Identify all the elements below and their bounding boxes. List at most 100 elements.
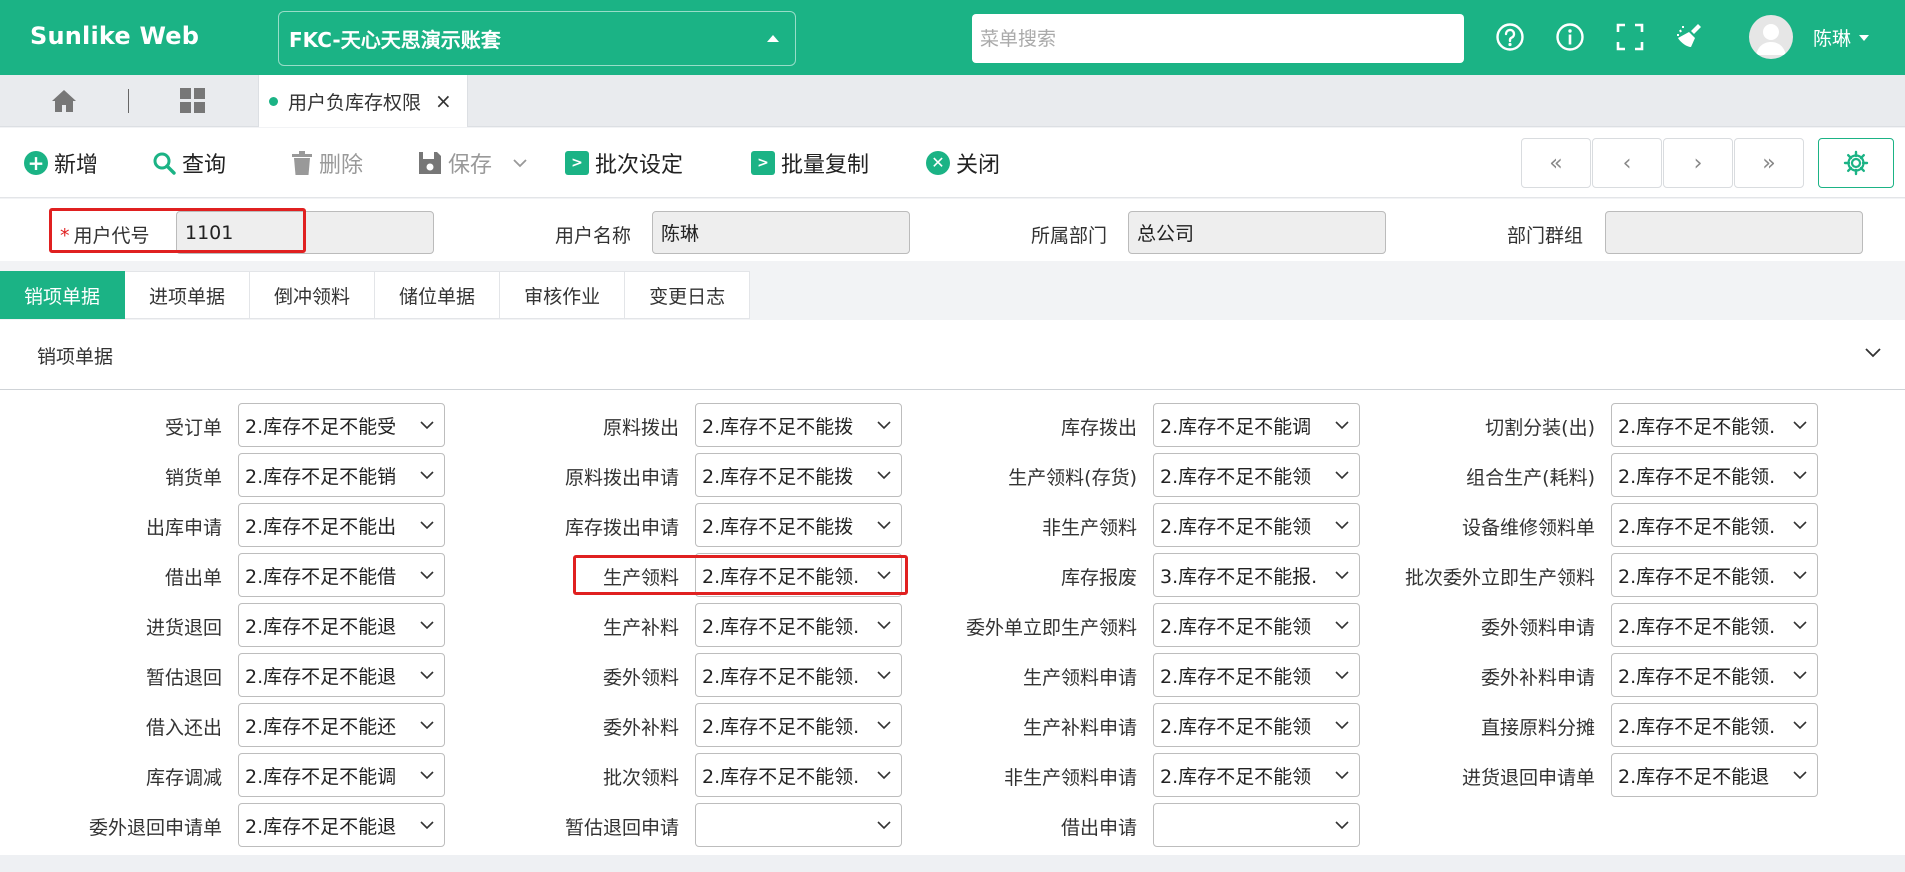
permission-select[interactable]: 2.库存不足不能领.	[1611, 503, 1818, 547]
trash-icon	[292, 151, 312, 175]
chevron-down-icon	[1793, 471, 1807, 480]
tab-purchase-documents[interactable]: 进项单据	[125, 271, 251, 319]
tab-backflush[interactable]: 倒冲领料	[250, 271, 376, 319]
chevron-down-icon[interactable]	[512, 155, 528, 171]
permission-select[interactable]: 2.库存不足不能领.	[1611, 703, 1818, 747]
double-chevron-right-icon: »	[1762, 150, 1776, 176]
field-label: 委外补料申请	[1480, 667, 1595, 689]
permission-select-value: 2.库存不足不能领.	[1618, 515, 1776, 538]
delete-button[interactable]: 删除	[291, 146, 363, 180]
menu-search-input[interactable]	[972, 14, 1464, 63]
field-label: 组合生产(耗料)	[1466, 467, 1595, 489]
first-record-button[interactable]: «	[1521, 138, 1591, 188]
save-button[interactable]: 保存	[418, 146, 528, 180]
permission-select[interactable]: 2.库存不足不能领.	[1611, 403, 1818, 447]
batch-copy-button[interactable]: > 批量复制	[751, 146, 869, 180]
next-record-button[interactable]: ›	[1663, 138, 1733, 188]
add-button[interactable]: + 新增	[24, 146, 98, 180]
tab-location-documents[interactable]: 储位单据	[375, 271, 501, 319]
close-button[interactable]: ✕ 关闭	[926, 146, 1000, 180]
tab-strip: 用户负库存权限 ×	[0, 75, 1905, 127]
save-button-label: 保存	[448, 153, 493, 178]
query-button[interactable]: 查询	[152, 146, 226, 180]
chevron-left-icon: ‹	[1622, 150, 1632, 176]
batch-copy-button-label: 批量复制	[781, 153, 870, 178]
tab-user-negative-stock[interactable]: 用户负库存权限 ×	[258, 75, 468, 127]
active-dot-icon	[269, 96, 278, 106]
fullscreen-icon[interactable]	[1613, 20, 1647, 54]
tab-sales-documents[interactable]: 销项单据	[0, 271, 126, 319]
dept-group-label: 部门群组	[1507, 225, 1584, 247]
avatar[interactable]	[1749, 15, 1793, 59]
double-chevron-left-icon: «	[1549, 150, 1563, 176]
chevron-down-icon	[1335, 821, 1349, 830]
user-name-field[interactable]: 陈琳	[652, 211, 910, 254]
batch-set-button-label: 批次设定	[595, 153, 684, 178]
prev-record-button[interactable]: ‹	[1592, 138, 1662, 188]
arrow-right-icon: >	[565, 151, 589, 175]
chevron-down-icon	[1793, 621, 1807, 630]
department-label: 所属部门	[1031, 225, 1108, 247]
caret-up-icon	[767, 35, 779, 42]
batch-set-button[interactable]: > 批次设定	[565, 146, 683, 180]
department-field[interactable]: 总公司	[1128, 211, 1386, 254]
save-icon	[419, 152, 441, 174]
account-selector-label: FKC-天心天思演示账套	[289, 28, 501, 52]
panel-divider	[0, 389, 1905, 390]
bottom-strip	[0, 855, 1905, 872]
user-info-row: * 用户代号 1101 用户名称 陈琳 所属部门 总公司 部门群组	[0, 199, 1905, 261]
grid-icon[interactable]	[180, 88, 206, 114]
section-tabs: 销项单据 进项单据 倒冲领料 储位单据 审核作业 变更日志	[0, 271, 751, 319]
home-icon[interactable]	[50, 87, 78, 115]
permission-select[interactable]: 2.库存不足不能领.	[1611, 553, 1818, 597]
clear-cache-icon[interactable]	[1673, 20, 1707, 54]
chevron-down-icon	[1793, 721, 1807, 730]
close-icon[interactable]: ×	[435, 89, 452, 113]
info-icon[interactable]	[1553, 20, 1587, 54]
delete-button-label: 删除	[319, 153, 364, 178]
field-row: 批次委外立即生产领料	[0, 553, 1595, 597]
help-icon[interactable]	[1493, 20, 1527, 54]
permission-select[interactable]: 2.库存不足不能领.	[1611, 653, 1818, 697]
permission-select[interactable]	[1153, 803, 1360, 847]
permission-select[interactable]: 2.库存不足不能领.	[1611, 603, 1818, 647]
chevron-down-icon[interactable]	[1863, 342, 1883, 362]
permission-select-value: 2.库存不足不能领.	[1618, 565, 1776, 588]
field-row: 进货退回申请单	[0, 753, 1595, 797]
field-row: 切割分装(出)	[0, 403, 1595, 447]
tab-approval[interactable]: 审核作业	[500, 271, 626, 319]
permission-select-value: 2.库存不足不能领.	[1618, 415, 1776, 438]
permission-select[interactable]: 2.库存不足不能退	[1611, 753, 1818, 797]
last-record-button[interactable]: »	[1734, 138, 1804, 188]
user-code-label-text: 用户代号	[73, 225, 150, 247]
query-button-label: 查询	[182, 153, 227, 178]
field-label: 进货退回申请单	[1461, 767, 1595, 789]
tab-change-log[interactable]: 变更日志	[625, 271, 751, 319]
chevron-down-icon	[1793, 421, 1807, 430]
chevron-down-icon	[1859, 34, 1870, 41]
field-row: 委外领料申请	[0, 603, 1595, 647]
panel-title: 销项单据	[37, 346, 114, 368]
arrow-right-icon: >	[751, 151, 775, 175]
user-name-label: 用户名称	[555, 225, 632, 247]
user-code-field[interactable]: 1101	[176, 211, 434, 254]
account-selector[interactable]: FKC-天心天思演示账套	[278, 11, 796, 66]
chevron-down-icon	[1793, 571, 1807, 580]
dept-group-field[interactable]	[1605, 211, 1863, 254]
settings-button[interactable]	[1818, 138, 1894, 188]
top-header: Sunlike Web FKC-天心天思演示账套 陈琳	[0, 0, 1905, 75]
user-menu[interactable]: 陈琳	[1813, 24, 1870, 51]
close-button-label: 关闭	[956, 153, 1001, 178]
field-label: 设备维修领料单	[1461, 517, 1595, 539]
search-icon	[153, 152, 176, 175]
chevron-down-icon	[1793, 671, 1807, 680]
field-label: 直接原料分摊	[1480, 717, 1595, 739]
permission-select-value: 2.库存不足不能领.	[1618, 665, 1776, 688]
permission-select[interactable]: 2.库存不足不能领.	[1611, 453, 1818, 497]
chevron-down-icon	[1793, 521, 1807, 530]
user-code-label: * 用户代号	[60, 221, 150, 248]
permission-select-value: 2.库存不足不能退	[1618, 765, 1770, 788]
gear-icon	[1843, 150, 1869, 176]
toolbar: + 新增 查询 删除 保存 > 批次设定 > 批量复制 ✕ 关闭 « ‹ › »	[0, 128, 1905, 198]
field-label: 借出申请	[1060, 817, 1137, 839]
